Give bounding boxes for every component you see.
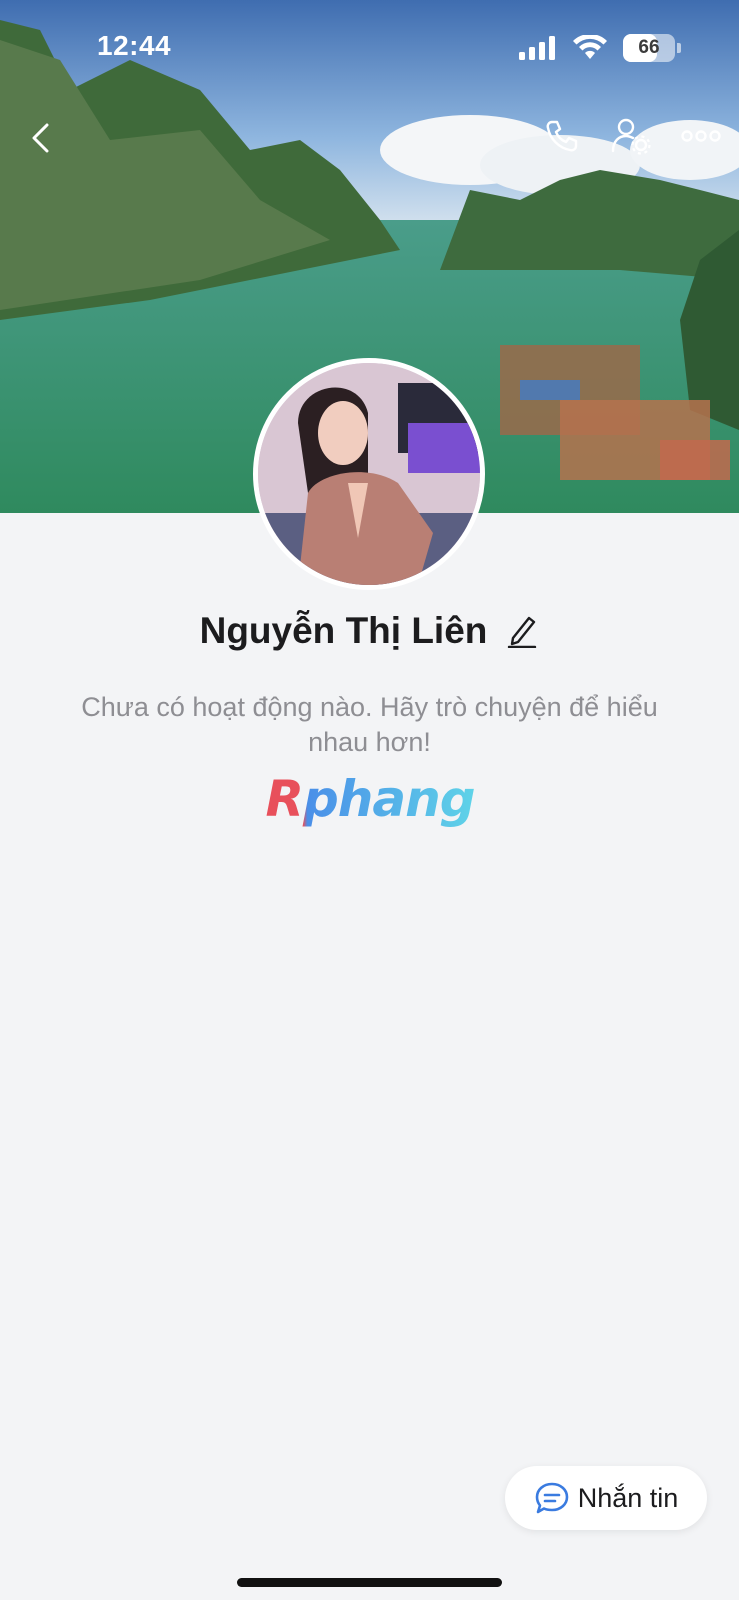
- chat-bubble-icon: [535, 1482, 569, 1514]
- battery-tip: [677, 43, 681, 53]
- back-button[interactable]: [22, 118, 58, 158]
- battery-level: 66: [638, 37, 660, 58]
- rphang-logo: Rphang: [265, 772, 475, 828]
- profile-name-row: Nguyễn Thị Liên: [0, 610, 739, 652]
- pencil-icon: [508, 616, 537, 648]
- more-icon: [681, 130, 721, 142]
- activity-empty-text: Chưa có hoạt động nào. Hãy trò chuyện để…: [81, 692, 658, 757]
- profile-settings-button[interactable]: [611, 116, 651, 156]
- send-message-button[interactable]: Nhắn tin: [505, 1466, 707, 1530]
- send-message-label: Nhắn tin: [577, 1482, 679, 1513]
- battery-indicator: 66: [623, 34, 681, 62]
- home-indicator[interactable]: [237, 1578, 502, 1587]
- avatar[interactable]: [253, 358, 485, 590]
- battery-icon: 66: [623, 34, 675, 62]
- chevron-left-icon: [32, 123, 49, 153]
- svg-text:Rphang: Rphang: [265, 772, 474, 828]
- edit-name-button[interactable]: [505, 613, 539, 649]
- more-button[interactable]: [681, 116, 721, 156]
- wifi-icon: [573, 35, 607, 59]
- status-time: 12:44: [97, 30, 172, 61]
- phone-icon: [546, 120, 578, 152]
- status-indicators: 66: [519, 34, 681, 62]
- user-settings-icon: [611, 118, 651, 155]
- call-button[interactable]: [541, 116, 581, 156]
- profile-name: Nguyễn Thị Liên: [199, 610, 488, 651]
- cellular-signal-icon: [519, 36, 555, 60]
- header-actions: [541, 116, 721, 156]
- avatar-image: [258, 363, 480, 585]
